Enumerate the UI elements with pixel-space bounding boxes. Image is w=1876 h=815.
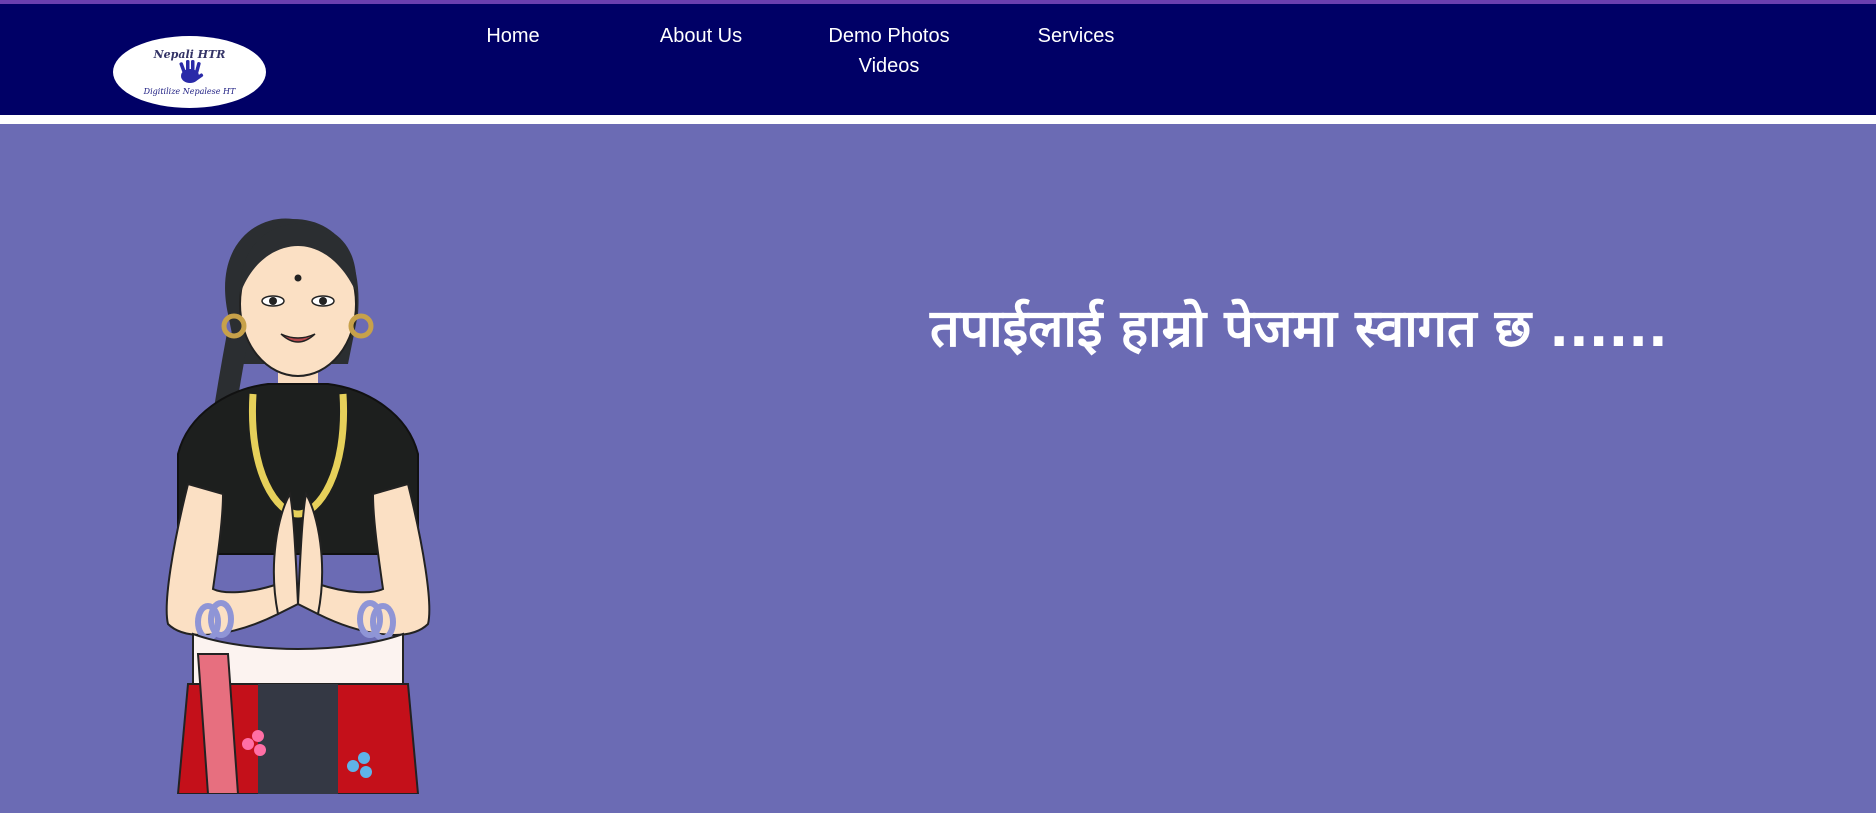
nav-demo-label-line1: Demo Photos <box>828 25 950 47</box>
site-logo[interactable]: Nepali HTR Digitilize Nepalese HT <box>113 36 266 108</box>
nav-services-link[interactable]: Services <box>1016 21 1136 51</box>
welcome-heading: तपाईलाई हाम्रो पेजमा स्वागत छ ...... <box>930 298 1668 359</box>
nav-home-link[interactable]: Home <box>463 21 563 51</box>
top-navigation-bar: Nepali HTR Digitilize Nepalese HT Home A… <box>0 0 1876 115</box>
hero-section: तपाईलाई हाम्रो पेजमा स्वागत छ ...... <box>0 124 1876 813</box>
header-divider <box>0 115 1876 124</box>
namaste-girl-illustration <box>165 218 431 794</box>
nav-demo-label-line2: Videos <box>858 55 920 77</box>
hand-icon <box>179 60 204 83</box>
logo-title: Nepali HTR <box>153 48 226 61</box>
nav-about-link[interactable]: About Us <box>640 21 762 51</box>
nav-demo-link[interactable]: Demo Photos Videos <box>810 21 968 81</box>
logo-subtitle: Digitilize Nepalese HT <box>143 87 236 96</box>
